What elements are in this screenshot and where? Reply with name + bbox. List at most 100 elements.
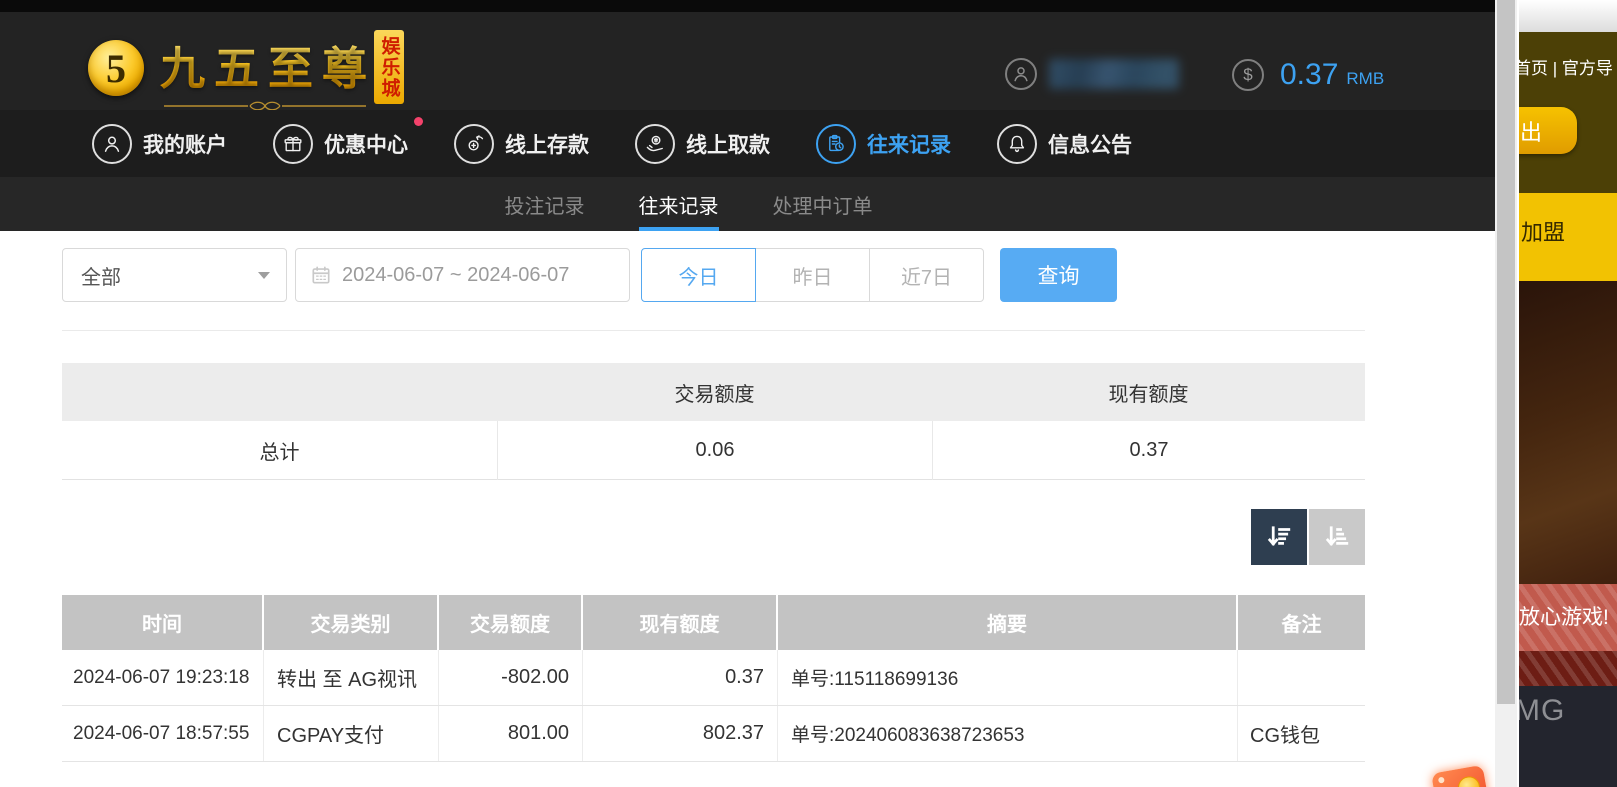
side-hero-image [1519,281,1617,584]
background-window: 首页 | 官方导 出 加盟 放心游戏! MG [1517,0,1617,787]
side-top-links[interactable]: 首页 | 官方导 [1517,54,1613,79]
col-header-amount: 交易额度 [439,595,583,650]
nav-item-promotions[interactable]: 优惠中心 [273,124,408,164]
side-logout-button[interactable]: 出 [1517,107,1577,154]
side-banner-text: 放心游戏! [1519,601,1609,631]
cell-balance: 802.37 [583,706,778,761]
cell-balance: 0.37 [583,650,778,705]
nav-label: 信息公告 [1048,129,1132,159]
brand-name: 九五至尊 [160,32,376,97]
type-dropdown[interactable]: 全部 [62,248,287,302]
records-table: 时间 交易类别 交易额度 现有额度 摘要 备注 2024-06-07 19:23… [62,595,1365,762]
nav-item-my-account[interactable]: 我的账户 [92,124,227,164]
user-avatar-icon [1005,58,1037,90]
bell-icon [997,124,1037,164]
table-row: 2024-06-07 19:23:18 转出 至 AG视讯 -802.00 0.… [62,650,1365,706]
cell-amount: -802.00 [439,650,583,705]
site-header: 5 九五至尊 娱乐城 [0,12,1495,110]
notification-dot [414,117,423,126]
tab-label: 投注记录 [505,190,585,219]
screen: 5 九五至尊 娱乐城 [0,0,1617,787]
tab-transaction-records[interactable]: 往来记录 [639,177,719,231]
table-row: 2024-06-07 18:57:55 CGPAY支付 801.00 802.3… [62,706,1365,762]
gift-icon [273,124,313,164]
side-join-link[interactable]: 加盟 [1521,215,1565,247]
chevron-down-icon [258,272,270,279]
range-button-label: 今日 [679,261,719,290]
red-envelope-icon[interactable] [1431,765,1489,787]
cell-summary: 单号:202406083638723653 [778,706,1238,761]
nav-item-announcements[interactable]: 信息公告 [997,124,1132,164]
cell-type: CGPAY支付 [264,706,439,761]
side-logout-label: 出 [1520,115,1542,147]
user-account[interactable] [1005,58,1179,90]
calendar-icon [310,264,332,286]
col-header-balance: 现有额度 [583,595,778,650]
tab-label: 往来记录 [639,190,719,219]
query-button[interactable]: 查询 [1000,248,1117,302]
cell-note: CG钱包 [1238,706,1365,761]
sort-descending-icon [1264,522,1294,552]
summary-table: 交易额度 现有额度 总计 0.06 0.37 [62,363,1365,480]
side-yellow-band: 加盟 [1519,193,1617,281]
summary-header-amount: 交易额度 [497,378,932,407]
sort-controls [1251,509,1365,565]
side-provider-band: MG [1519,686,1617,787]
vertical-scrollbar[interactable] [1495,0,1517,787]
deposit-icon [454,124,494,164]
range-button-label: 近7日 [901,261,952,290]
active-tab-underline [639,227,719,231]
balance-currency: RMB [1346,61,1384,89]
sort-ascending-icon [1322,522,1352,552]
nav-label: 线上存款 [505,129,589,159]
cell-type: 转出 至 AG视讯 [264,650,439,705]
range-button-today[interactable]: 今日 [641,248,756,302]
nav-item-transaction-records[interactable]: 往来记录 [816,124,951,164]
withdraw-icon [635,124,675,164]
dollar-glyph: $ [1243,65,1252,85]
cell-amount: 801.00 [439,706,583,761]
tab-label: 处理中订单 [773,190,873,219]
sort-ascending-button[interactable] [1309,509,1365,565]
section-divider [62,330,1365,331]
brand-badge-text: 娱乐城 [380,36,399,99]
nav-item-withdraw[interactable]: 线上取款 [635,124,770,164]
balance[interactable]: $ 0.37 RMB [1232,58,1384,92]
range-button-yesterday[interactable]: 昨日 [755,248,870,302]
main-nav: 我的账户 优惠中心 线上存款 [0,110,1495,177]
nav-label: 线上取款 [686,129,770,159]
type-dropdown-value: 全部 [81,261,121,290]
nav-label: 我的账户 [143,129,227,159]
username-blurred [1049,59,1179,89]
sub-tabbar: 投注记录 往来记录 处理中订单 [0,177,1495,231]
cell-note [1238,650,1365,705]
query-button-label: 查询 [1038,260,1080,290]
brand-logo-icon: 5 [88,40,144,96]
envelope-sparkle [1438,777,1445,784]
main-viewport: 5 九五至尊 娱乐城 [0,0,1495,787]
summary-header-balance: 现有额度 [932,378,1365,407]
summary-total-row: 总计 0.06 0.37 [62,421,1365,480]
date-range-picker[interactable]: 2024-06-07 ~ 2024-06-07 [295,248,630,302]
col-header-type: 交易类别 [264,595,439,650]
tab-processing-orders[interactable]: 处理中订单 [773,177,873,231]
user-icon [92,124,132,164]
side-header-area: 首页 | 官方导 出 [1519,32,1617,193]
nav-label: 优惠中心 [324,129,408,159]
summary-total-label: 总计 [62,436,497,465]
range-button-last7days[interactable]: 近7日 [869,248,984,302]
summary-total-amount: 0.06 [497,421,932,480]
scrollbar-thumb[interactable] [1497,0,1515,704]
col-header-note: 备注 [1238,595,1365,650]
nav-item-deposit[interactable]: 线上存款 [454,124,589,164]
side-banner-lower [1519,651,1617,686]
side-provider-text: MG [1517,694,1565,728]
summary-header-row: 交易额度 现有额度 [62,363,1365,421]
col-header-time: 时间 [62,595,264,650]
cell-time: 2024-06-07 18:57:55 [62,706,264,761]
brand-logo-number: 5 [106,45,126,92]
top-strip [0,0,1495,12]
tab-betting-records[interactable]: 投注记录 [505,177,585,231]
sort-descending-button[interactable] [1251,509,1307,565]
cell-summary: 单号:115118699136 [778,650,1238,705]
